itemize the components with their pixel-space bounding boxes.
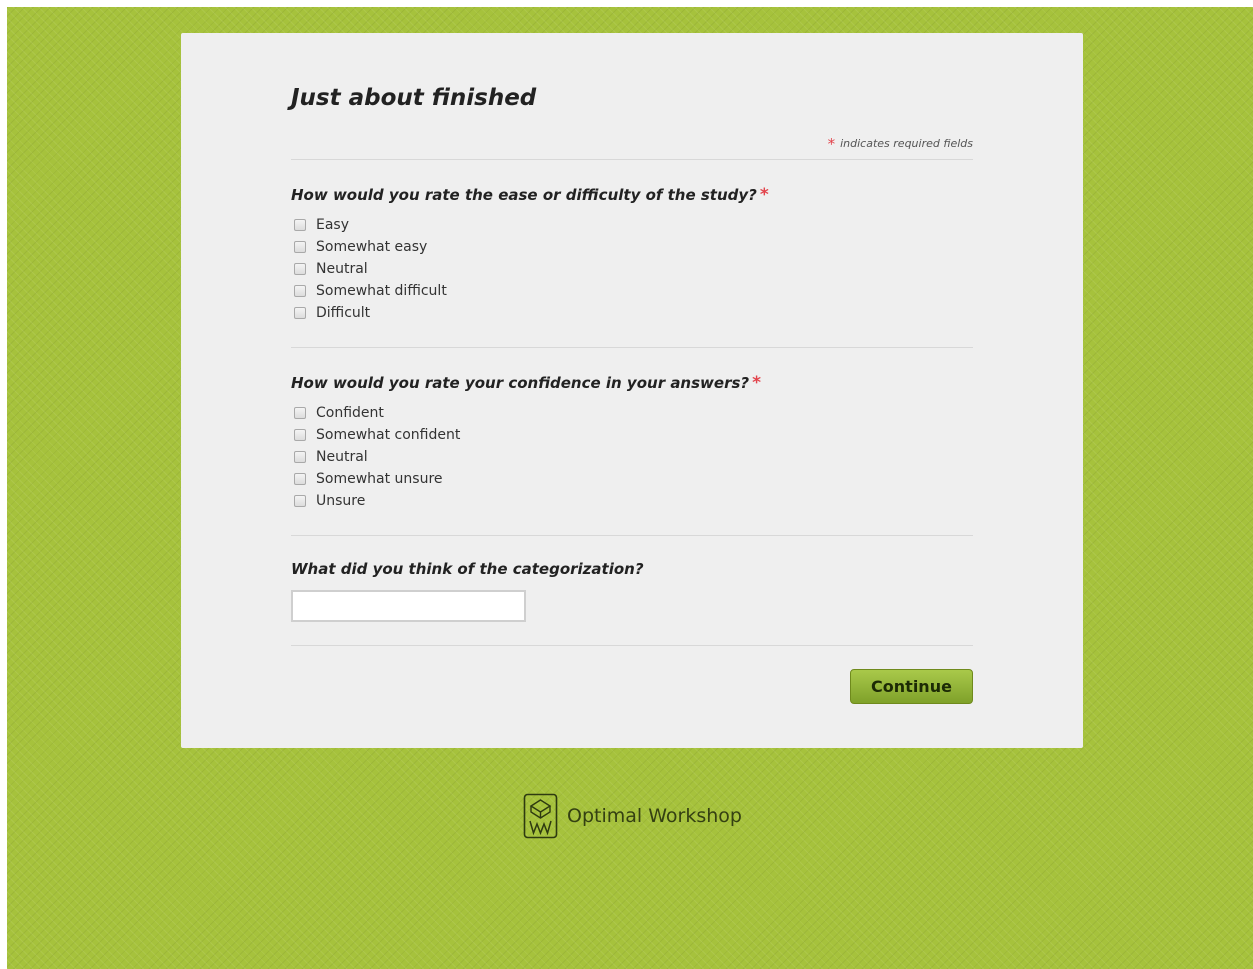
option-somewhat-confident[interactable]: Somewhat confident	[294, 424, 460, 446]
divider	[291, 645, 973, 646]
footer: Optimal Workshop	[523, 793, 742, 839]
required-star: *	[759, 185, 769, 205]
categorization-input[interactable]	[291, 590, 526, 622]
divider	[291, 347, 973, 348]
option-label: Neutral	[316, 261, 368, 277]
question-text: How would you rate the ease or difficult…	[291, 186, 757, 204]
option-neutral[interactable]: Neutral	[294, 446, 460, 468]
option-label: Somewhat easy	[316, 239, 428, 255]
divider	[291, 159, 973, 160]
option-neutral[interactable]: Neutral	[294, 258, 447, 280]
checkbox[interactable]	[294, 429, 306, 441]
checkbox[interactable]	[294, 285, 306, 297]
checkbox[interactable]	[294, 495, 306, 507]
survey-card: Just about finished * indicates required …	[181, 33, 1083, 748]
checkbox[interactable]	[294, 307, 306, 319]
question-confidence-label: How would you rate your confidence in yo…	[291, 373, 761, 393]
required-star: *	[827, 135, 836, 153]
checkbox[interactable]	[294, 407, 306, 419]
required-star: *	[752, 373, 761, 393]
checkbox[interactable]	[294, 219, 306, 231]
option-somewhat-difficult[interactable]: Somewhat difficult	[294, 280, 447, 302]
option-label: Confident	[316, 405, 384, 421]
question-text: What did you think of the categorization…	[291, 560, 644, 578]
option-somewhat-unsure[interactable]: Somewhat unsure	[294, 468, 460, 490]
option-label: Somewhat difficult	[316, 283, 447, 299]
option-label: Difficult	[316, 305, 371, 321]
brand-name: Optimal Workshop	[567, 805, 742, 827]
page-title: Just about finished	[291, 85, 537, 111]
question-ease-label: How would you rate the ease or difficult…	[291, 185, 769, 205]
confidence-options: Confident Somewhat confident Neutral Som…	[294, 402, 460, 512]
option-unsure[interactable]: Unsure	[294, 490, 460, 512]
option-easy[interactable]: Easy	[294, 214, 447, 236]
question-text: How would you rate your confidence in yo…	[291, 374, 750, 392]
divider	[291, 535, 973, 536]
optimal-workshop-logo-icon	[523, 793, 558, 839]
option-somewhat-easy[interactable]: Somewhat easy	[294, 236, 447, 258]
option-confident[interactable]: Confident	[294, 402, 460, 424]
option-label: Unsure	[316, 493, 366, 509]
required-fields-note: * indicates required fields	[828, 135, 973, 153]
option-label: Somewhat confident	[316, 427, 461, 443]
checkbox[interactable]	[294, 451, 306, 463]
option-label: Somewhat unsure	[316, 471, 443, 487]
checkbox[interactable]	[294, 473, 306, 485]
ease-options: Easy Somewhat easy Neutral Somewhat diff…	[294, 214, 447, 324]
checkbox[interactable]	[294, 241, 306, 253]
question-categorization-label: What did you think of the categorization…	[291, 560, 644, 578]
option-label: Easy	[316, 217, 350, 233]
required-note-text: indicates required fields	[840, 137, 973, 150]
continue-button[interactable]: Continue	[850, 669, 973, 704]
checkbox[interactable]	[294, 263, 306, 275]
option-difficult[interactable]: Difficult	[294, 302, 447, 324]
option-label: Neutral	[316, 449, 368, 465]
